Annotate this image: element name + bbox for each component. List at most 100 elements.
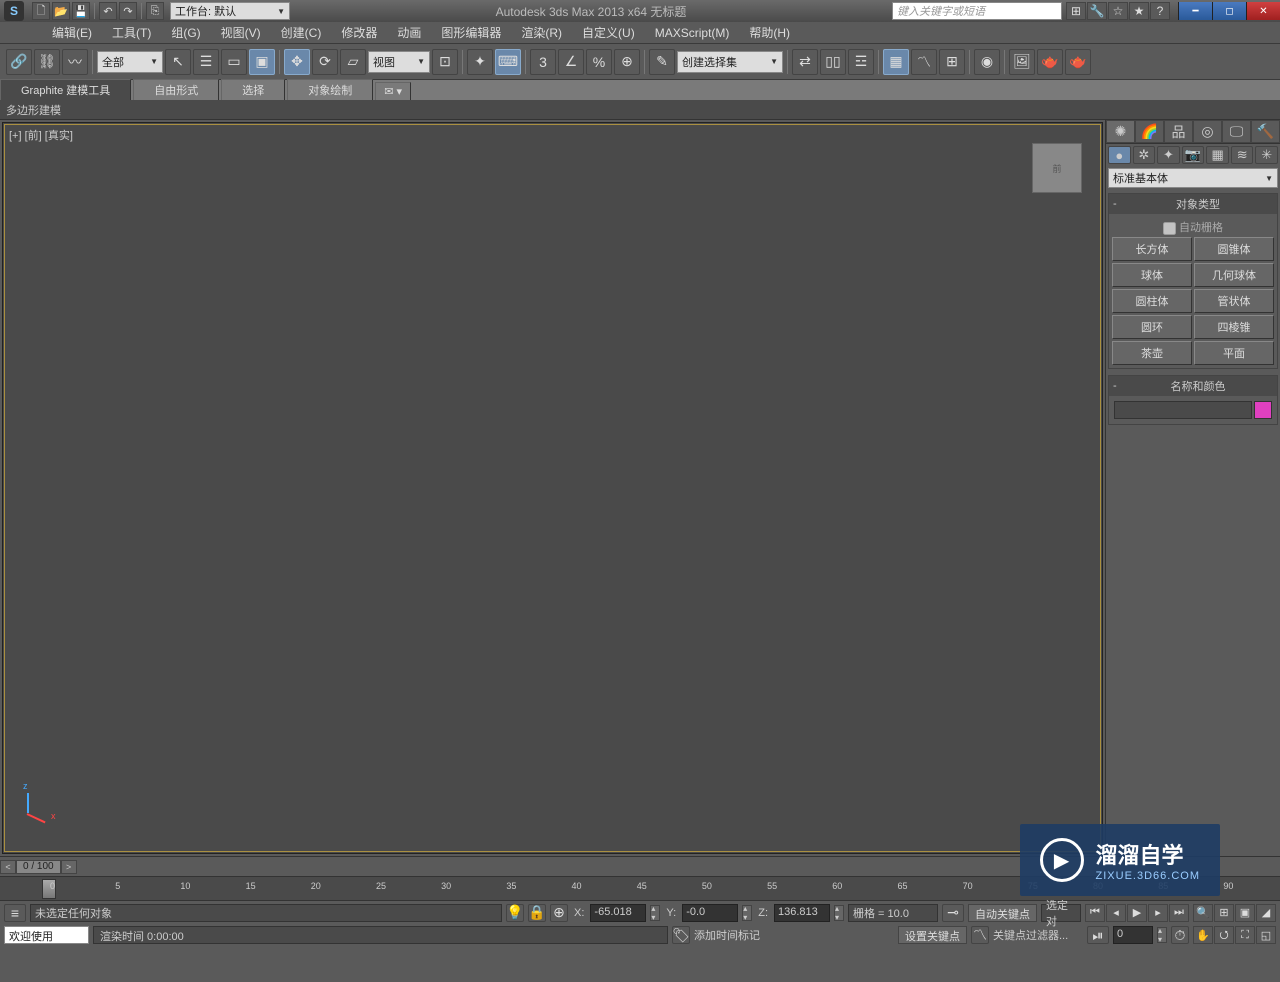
graphite-toggle-icon[interactable]: ▦: [883, 49, 909, 75]
link-icon[interactable]: ⎘: [146, 2, 164, 20]
x-spinner[interactable]: [650, 905, 660, 921]
key-filters-icon[interactable]: 〽: [971, 926, 989, 944]
y-coord-input[interactable]: -0.0: [682, 904, 738, 922]
tab-freeform[interactable]: 自由形式: [133, 79, 219, 100]
cone-button[interactable]: 圆锥体: [1194, 237, 1274, 261]
menu-help[interactable]: 帮助(H): [741, 22, 798, 43]
angle-snap-icon[interactable]: ∠: [558, 49, 584, 75]
ribbon-expand-icon[interactable]: ✉ ▾: [375, 82, 411, 100]
selection-filter-dropdown[interactable]: 全部▼: [97, 51, 163, 73]
auto-key-button[interactable]: 自动关键点: [968, 904, 1037, 922]
snap-3-icon[interactable]: 3: [530, 49, 556, 75]
auto-grid-checkbox[interactable]: 自动栅格: [1112, 217, 1274, 237]
utilities-tab-icon[interactable]: 🔨: [1251, 120, 1280, 143]
use-center-icon[interactable]: ⊡: [432, 49, 458, 75]
set-key-button[interactable]: 设置关键点: [898, 926, 967, 944]
helpers-cat-icon[interactable]: ▦: [1206, 146, 1229, 164]
x-coord-input[interactable]: -65.018: [590, 904, 646, 922]
comm-center-icon[interactable]: ⊞: [1066, 2, 1086, 20]
scale-tool-icon[interactable]: ▱: [340, 49, 366, 75]
link-tool-icon[interactable]: 🔗: [6, 49, 32, 75]
orbit-icon[interactable]: ⭯: [1214, 926, 1234, 944]
render-icon[interactable]: 🫖: [1065, 49, 1091, 75]
polygon-modeling-label[interactable]: 多边形建模: [6, 102, 61, 118]
edit-named-sel-icon[interactable]: ✎: [649, 49, 675, 75]
play-icon[interactable]: ▶: [1127, 904, 1147, 922]
time-config-icon[interactable]: ⏱: [1171, 926, 1189, 944]
select-region-rect-icon[interactable]: ▭: [221, 49, 247, 75]
align-icon[interactable]: ▯▯: [820, 49, 846, 75]
goto-end-icon[interactable]: ⏭: [1169, 904, 1189, 922]
display-tab-icon[interactable]: 🖵: [1222, 120, 1251, 143]
max-viewport-icon[interactable]: ⛶: [1235, 926, 1255, 944]
menu-group[interactable]: 组(G): [163, 22, 208, 43]
lock-selection-icon[interactable]: 💡: [506, 904, 524, 922]
menu-rendering[interactable]: 渲染(R): [513, 22, 570, 43]
menu-tools[interactable]: 工具(T): [104, 22, 159, 43]
material-editor-icon[interactable]: ◉: [974, 49, 1000, 75]
maxscript-listener[interactable]: 欢迎使用 MAXScr: [4, 926, 89, 944]
modify-tab-icon[interactable]: 🌈: [1135, 120, 1164, 143]
menu-customize[interactable]: 自定义(U): [574, 22, 643, 43]
min-max-icon[interactable]: ◱: [1256, 926, 1276, 944]
primitive-type-dropdown[interactable]: 标准基本体▼: [1108, 168, 1278, 188]
menu-views[interactable]: 视图(V): [213, 22, 269, 43]
render-setup-icon[interactable]: 🖼: [1009, 49, 1035, 75]
select-object-icon[interactable]: ↖: [165, 49, 191, 75]
hierarchy-tab-icon[interactable]: 品: [1164, 120, 1193, 143]
cylinder-button[interactable]: 圆柱体: [1112, 289, 1192, 313]
teapot-button[interactable]: 茶壶: [1112, 341, 1192, 365]
spinner-snap-icon[interactable]: ⊕: [614, 49, 640, 75]
workspace-selector[interactable]: 工作台: 默认▼: [170, 2, 290, 20]
schematic-view-icon[interactable]: ⊞: [939, 49, 965, 75]
key-toggle-icon[interactable]: ⏯: [1087, 926, 1109, 944]
favorite-icon[interactable]: ★: [1129, 2, 1149, 20]
named-selection-dropdown[interactable]: 创建选择集▼: [677, 51, 783, 73]
y-spinner[interactable]: [742, 905, 752, 921]
tab-graphite[interactable]: Graphite 建模工具: [0, 79, 131, 100]
save-file-icon[interactable]: 💾: [72, 2, 90, 20]
mirror-icon[interactable]: ⇄: [792, 49, 818, 75]
menu-modifiers[interactable]: 修改器: [333, 22, 385, 43]
lock-icon[interactable]: 🔒: [528, 904, 546, 922]
menu-maxscript[interactable]: MAXScript(M): [647, 24, 738, 42]
minimize-button[interactable]: ━: [1178, 2, 1212, 20]
zoom-all-icon[interactable]: ⊞: [1214, 904, 1234, 922]
keyboard-shortcut-icon[interactable]: ⌨: [495, 49, 521, 75]
motion-tab-icon[interactable]: ◎: [1193, 120, 1222, 143]
help-icon[interactable]: ?: [1150, 2, 1170, 20]
prev-frame-icon[interactable]: ◂: [1106, 904, 1126, 922]
rollout-header[interactable]: -对象类型: [1109, 194, 1277, 214]
rollout-header[interactable]: -名称和颜色: [1109, 376, 1277, 396]
geosphere-button[interactable]: 几何球体: [1194, 263, 1274, 287]
next-frame-icon[interactable]: ▸: [1148, 904, 1168, 922]
viewport-front[interactable]: [+] [前] [真实] 前 zx: [2, 122, 1103, 854]
tool-icon[interactable]: 🔧: [1087, 2, 1107, 20]
unlink-tool-icon[interactable]: ⛓: [34, 49, 60, 75]
tab-object-paint[interactable]: 对象绘制: [287, 79, 373, 100]
rotate-tool-icon[interactable]: ⟳: [312, 49, 338, 75]
bind-spacewarp-icon[interactable]: 〰: [62, 49, 88, 75]
zoom-ext-icon[interactable]: ▣: [1235, 904, 1255, 922]
layers-icon[interactable]: ☲: [848, 49, 874, 75]
undo-icon[interactable]: ↶: [99, 2, 117, 20]
new-file-icon[interactable]: 🗋: [32, 2, 50, 20]
menu-create[interactable]: 创建(C): [273, 22, 330, 43]
viewcube-icon[interactable]: 前: [1032, 143, 1082, 193]
frame-spinner[interactable]: [1157, 927, 1167, 943]
object-color-swatch[interactable]: [1254, 401, 1272, 419]
maximize-button[interactable]: ◻: [1212, 2, 1246, 20]
move-tool-icon[interactable]: ✥: [284, 49, 310, 75]
menu-animation[interactable]: 动画: [389, 22, 429, 43]
tab-selection[interactable]: 选择: [221, 79, 285, 100]
menu-edit[interactable]: 编辑(E): [44, 22, 100, 43]
star-icon[interactable]: ☆: [1108, 2, 1128, 20]
close-button[interactable]: ✕: [1246, 2, 1280, 20]
key-filters-button[interactable]: 关键点过滤器...: [993, 927, 1083, 943]
menu-graph-editors[interactable]: 图形编辑器: [433, 22, 509, 43]
geometry-cat-icon[interactable]: ●: [1108, 146, 1131, 164]
manipulate-icon[interactable]: ✦: [467, 49, 493, 75]
redo-icon[interactable]: ↷: [119, 2, 137, 20]
app-menu-icon[interactable]: S: [4, 1, 24, 21]
torus-button[interactable]: 圆环: [1112, 315, 1192, 339]
